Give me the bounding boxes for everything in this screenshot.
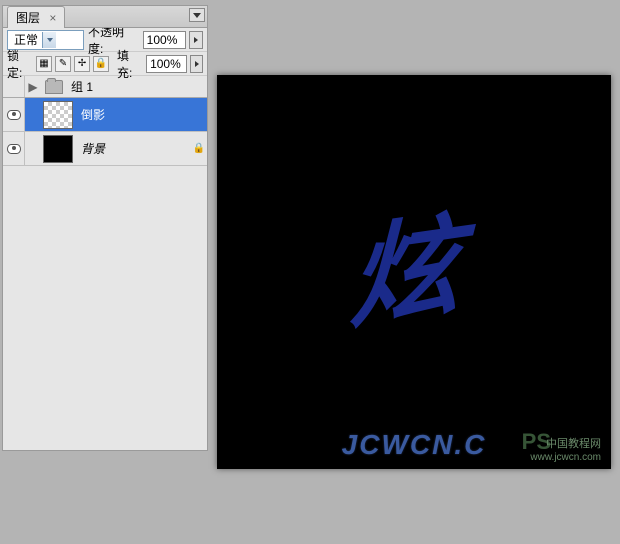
tab-layers[interactable]: 图层 × xyxy=(7,6,65,28)
footer-text: JCWCN.C xyxy=(342,429,487,461)
opacity-input[interactable]: 100% xyxy=(143,31,187,49)
lock-fill-row: 锁定: ▦ ✎ ✢ 🔒 填充: 100% xyxy=(3,52,207,76)
watermark-url: www.jcwcn.com xyxy=(530,452,601,463)
panel-menu-button[interactable] xyxy=(189,8,205,22)
eye-icon xyxy=(7,110,21,120)
layer-thumbnail[interactable] xyxy=(43,135,73,163)
visibility-cell[interactable] xyxy=(3,132,25,165)
group-header-row[interactable]: ▶ 组 1 xyxy=(3,76,207,98)
group-name[interactable]: 组 1 xyxy=(67,78,207,95)
layer-row[interactable]: 倒影 xyxy=(3,98,207,132)
panel-tab-bar: 图层 × xyxy=(3,6,207,28)
lock-transparency-icon[interactable]: ▦ xyxy=(36,56,52,72)
opacity-slider-button[interactable] xyxy=(189,31,203,49)
canvas[interactable]: 炫 PS 中国教程网 www.jcwcn.com JCWCN.C xyxy=(217,75,611,469)
fill-value: 100% xyxy=(150,57,181,71)
blend-opacity-row: 正常 不透明度: 100% xyxy=(3,28,207,52)
blend-mode-value: 正常 xyxy=(14,31,38,48)
lock-paint-icon[interactable]: ✎ xyxy=(55,56,71,72)
lock-all-icon[interactable]: 🔒 xyxy=(93,56,109,72)
opacity-value: 100% xyxy=(147,33,178,47)
lock-indicator-icon: 🔒 xyxy=(191,143,207,154)
fill-label: 填充: xyxy=(117,47,142,81)
tab-close-icon[interactable]: × xyxy=(49,11,56,25)
layer-name[interactable]: 倒影 xyxy=(77,106,207,123)
fill-input[interactable]: 100% xyxy=(146,55,187,73)
layer-name[interactable]: 背景 xyxy=(77,140,191,157)
visibility-cell[interactable] xyxy=(3,98,25,131)
dropdown-arrow-icon xyxy=(42,32,56,48)
expand-triangle-icon[interactable]: ▶ xyxy=(25,80,41,94)
lock-icons-group: ▦ ✎ ✢ 🔒 xyxy=(36,56,109,72)
workspace: 炫 PS 中国教程网 www.jcwcn.com JCWCN.C xyxy=(210,5,618,539)
canvas-artwork: 炫 xyxy=(344,207,483,337)
watermark-cn: 中国教程网 xyxy=(546,435,601,451)
lock-move-icon[interactable]: ✢ xyxy=(74,56,90,72)
layers-panel: 图层 × 正常 不透明度: 100% 锁定: ▦ ✎ ✢ 🔒 填充: 100% xyxy=(2,5,208,451)
tab-label: 图层 xyxy=(16,11,40,25)
visibility-cell[interactable] xyxy=(3,76,25,97)
layer-thumbnail[interactable] xyxy=(43,101,73,129)
folder-icon xyxy=(45,80,63,94)
eye-icon xyxy=(7,144,21,154)
layer-row[interactable]: 背景 🔒 xyxy=(3,132,207,166)
layers-list: ▶ 组 1 倒影 背景 🔒 xyxy=(3,76,207,450)
fill-slider-button[interactable] xyxy=(190,55,203,73)
